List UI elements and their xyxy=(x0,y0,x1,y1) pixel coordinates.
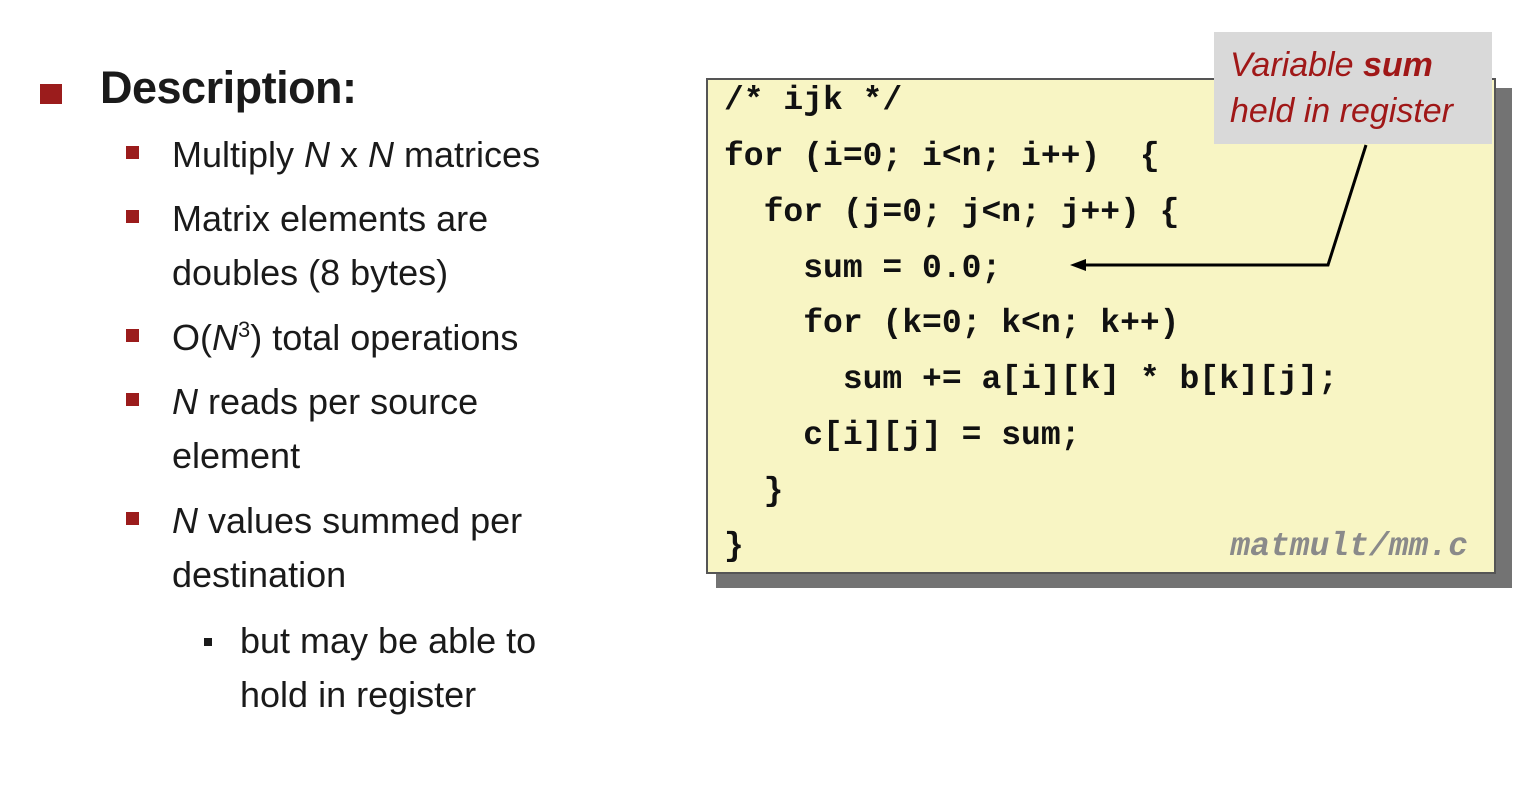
code-line: c[i][j] = sum; xyxy=(724,417,1081,454)
small-bullet-icon xyxy=(204,638,212,646)
code-line: sum = 0.0; xyxy=(724,250,1002,287)
bullet-square-icon xyxy=(126,329,139,342)
item-text: N values summed per destination xyxy=(172,500,523,595)
code-line: sum += a[i][k] * b[k][j]; xyxy=(724,361,1338,398)
code-line: /* ijk */ xyxy=(724,82,903,119)
code-box: /* ijk */ for (i=0; i<n; i++) { for (j=0… xyxy=(706,78,1496,574)
item-text: N reads per source element xyxy=(172,381,479,476)
item-text: O(N3) total operations xyxy=(172,317,519,358)
item-text: Multiply N x N matrices xyxy=(172,134,541,175)
code-line: for (j=0; j<n; j++) { xyxy=(724,194,1180,231)
description-heading: Description: xyxy=(100,62,357,113)
code-line: } xyxy=(724,473,784,510)
code-line: } xyxy=(724,528,744,565)
bullet-square-icon xyxy=(126,210,139,223)
bullet-square-icon xyxy=(40,84,62,104)
code-line: for (i=0; i<n; i++) { xyxy=(724,138,1160,175)
code-line: for (k=0; k<n; k++) xyxy=(724,305,1180,342)
item-text: Matrix elements are doubles (8 bytes) xyxy=(172,198,489,293)
sub-item-text: but may be able to hold in register xyxy=(240,620,537,715)
bullet-square-icon xyxy=(126,393,139,406)
code-filename: matmult/mm.c xyxy=(1230,528,1468,565)
register-callout: Variable sum held in register xyxy=(1214,32,1492,144)
bullet-square-icon xyxy=(126,146,139,159)
bullet-square-icon xyxy=(126,512,139,525)
